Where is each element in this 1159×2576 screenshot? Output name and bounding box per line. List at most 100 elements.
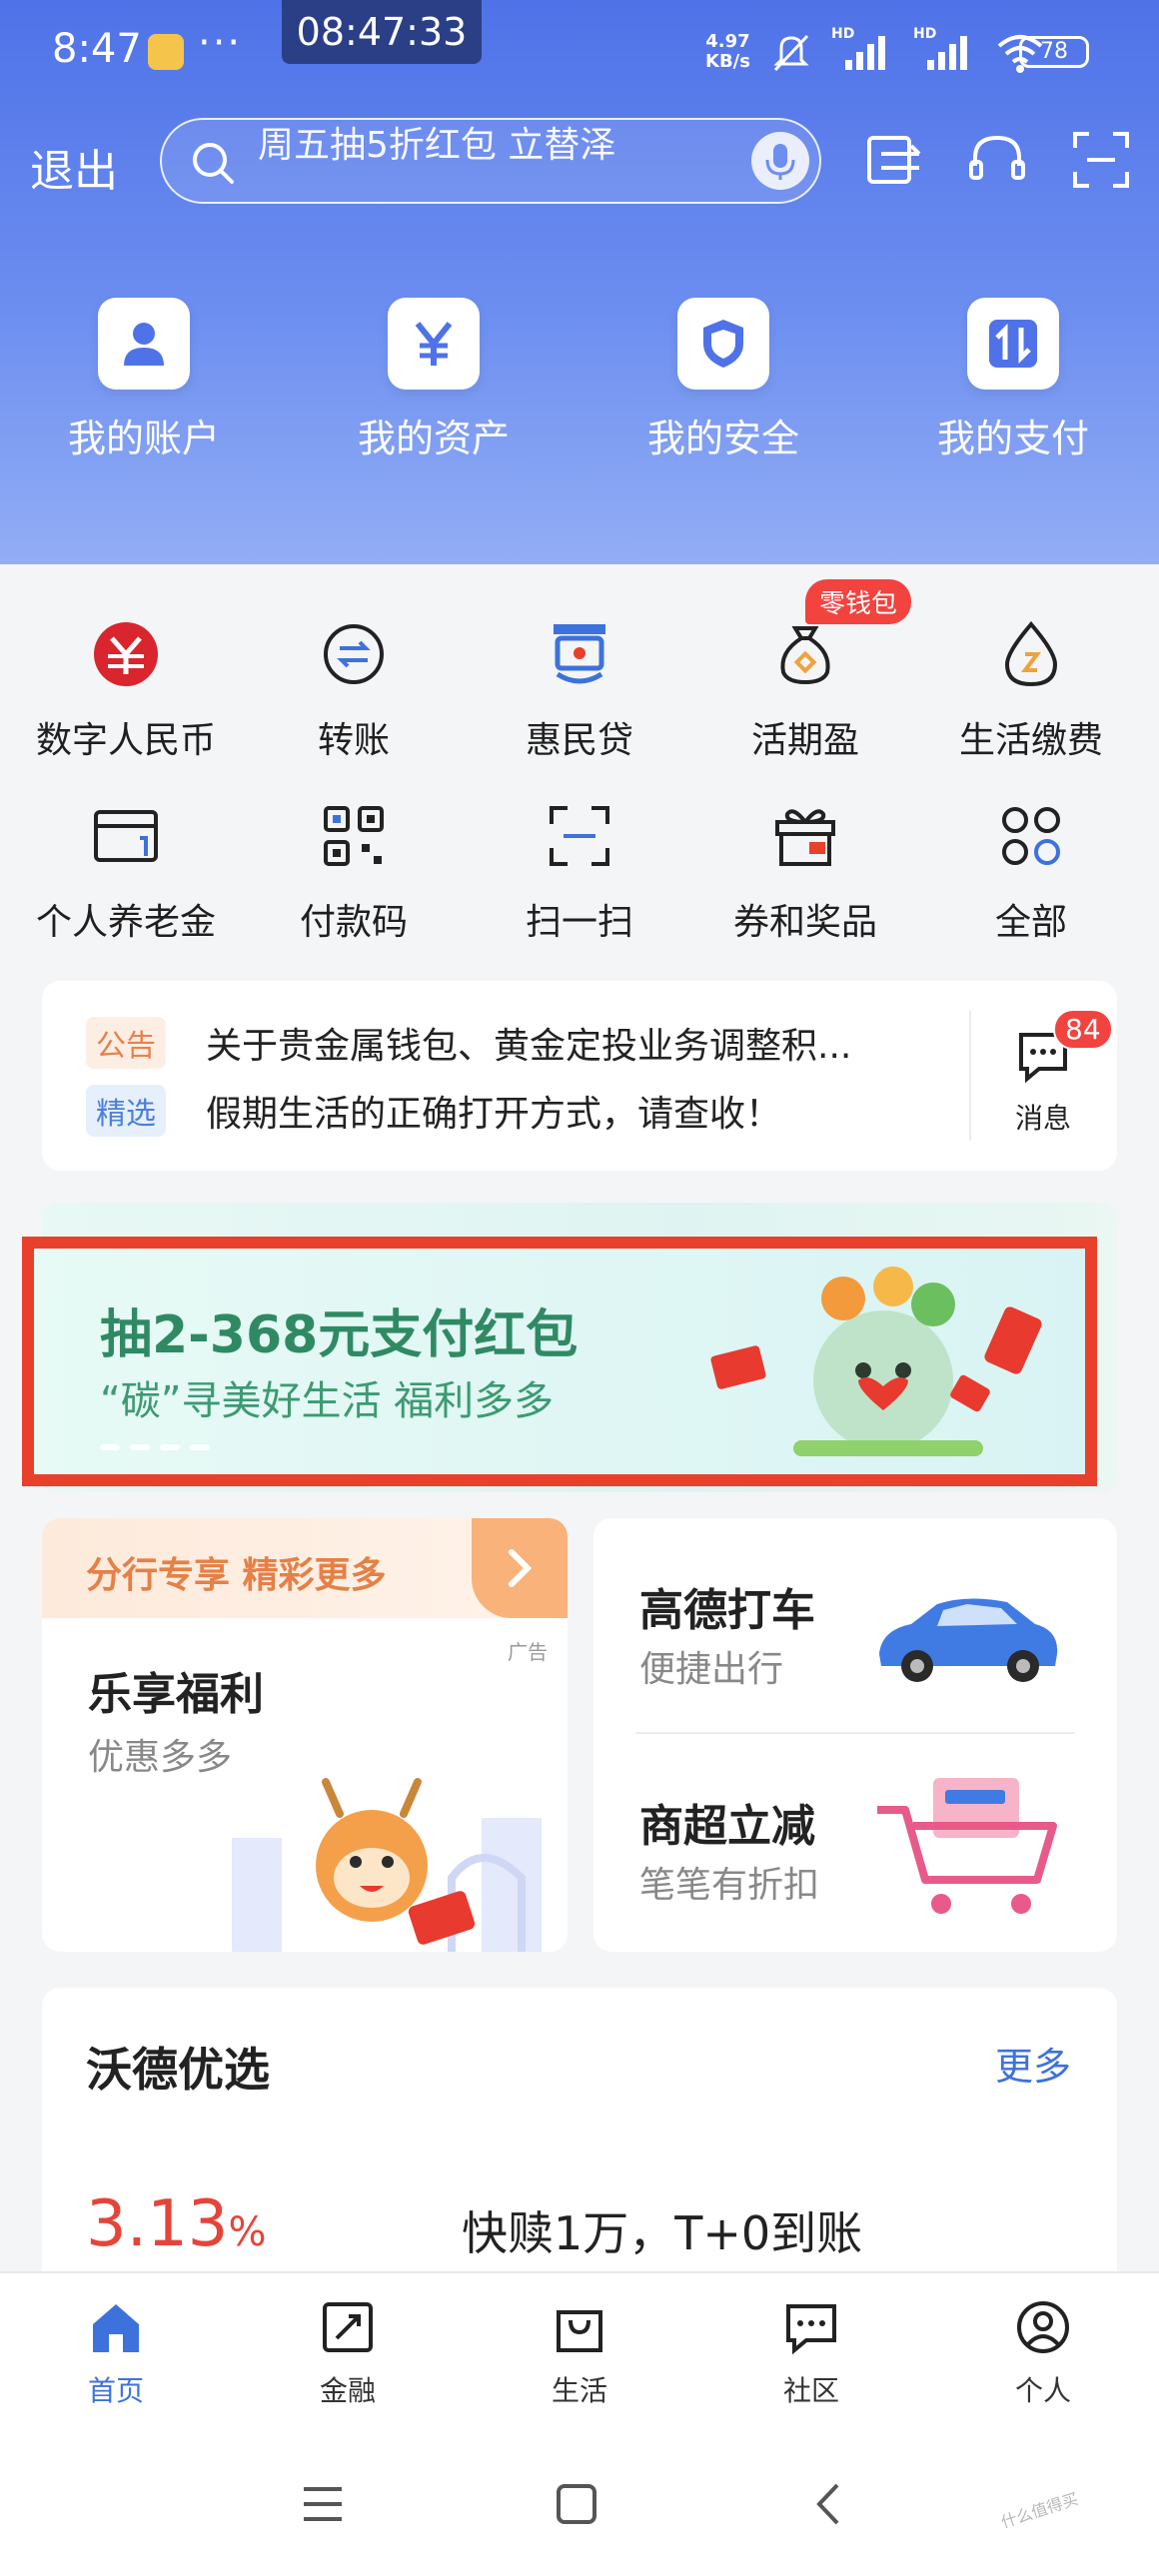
shopping-cart-illustration	[877, 1778, 1057, 1914]
battery-indicator: 78	[1019, 36, 1089, 68]
promo-title: 乐享福利	[88, 1669, 264, 1720]
menu-scan[interactable]: 扫一扫	[470, 791, 689, 945]
finance-icon	[316, 2295, 380, 2359]
quick-tile-security[interactable]: 我的安全	[613, 298, 833, 462]
ride-subtitle: 便捷出行	[639, 1649, 784, 1690]
menu-loan[interactable]: 惠民贷	[470, 609, 689, 763]
shield-icon	[677, 298, 769, 390]
tab-profile[interactable]: 个人	[963, 2295, 1123, 2409]
tab-label: 首页	[87, 2374, 144, 2407]
menu-transfer[interactable]: 转账	[244, 609, 464, 763]
menu-label: 扫一扫	[525, 902, 633, 943]
notice-selected[interactable]: 假期生活的正确打开方式，请查收！	[206, 1085, 945, 1137]
shopping-bag-icon	[548, 2295, 611, 2359]
menu-label: 券和奖品	[732, 902, 877, 943]
quick-tile-payment[interactable]: 我的支付	[903, 298, 1123, 462]
tab-label: 生活	[551, 2374, 607, 2407]
qr-code-icon	[309, 791, 399, 881]
menu-label: 付款码	[299, 902, 408, 943]
selected-tag: 精选	[86, 1085, 166, 1137]
all-apps-icon	[986, 791, 1076, 881]
menu-utilities[interactable]: 生活缴费	[921, 609, 1141, 763]
announcement-tag: 公告	[86, 1017, 166, 1069]
search-input[interactable]: 周五抽5折红包 立替泽	[160, 118, 821, 204]
menu-icon[interactable]	[300, 2481, 346, 2527]
wallet-badge: 零钱包	[805, 579, 912, 624]
menu-label: 转账	[317, 720, 390, 761]
search-placeholder: 周五抽5折红包 立替泽	[258, 126, 616, 166]
branch-promo-header-text: 分行专享 精彩更多	[86, 1555, 387, 1596]
signal-icon-2: HD	[913, 26, 977, 74]
picks-title: 沃德优选	[86, 2043, 270, 2097]
menu-digital-rmb[interactable]: 数字人民币	[16, 609, 236, 763]
branch-promo-card[interactable]: 分行专享 精彩更多 广告 乐享福利 优惠多多	[42, 1518, 568, 1952]
home-icon	[84, 2295, 148, 2359]
tab-home[interactable]: 首页	[36, 2295, 196, 2409]
tab-community[interactable]: 社区	[731, 2295, 891, 2409]
quick-tile-label: 我的资产	[357, 417, 510, 460]
person-icon	[98, 298, 190, 390]
car-illustration	[879, 1598, 1058, 1682]
yen-icon	[388, 298, 480, 390]
ride-hailing-item[interactable]: 高德打车 便捷出行	[593, 1518, 1117, 1732]
transfer-list-icon[interactable]	[861, 128, 925, 192]
tab-label: 社区	[782, 2374, 839, 2407]
chevron-right-icon	[509, 1549, 533, 1587]
deer-mascot-illustration	[232, 1778, 542, 1952]
menu-label: 全部	[994, 902, 1067, 943]
tab-life[interactable]: 生活	[500, 2295, 659, 2409]
scan-icon	[535, 791, 624, 881]
back-icon[interactable]	[807, 2481, 853, 2527]
branch-promo-header: 分行专享 精彩更多	[42, 1518, 568, 1618]
quick-tile-label: 我的支付	[936, 417, 1089, 460]
menu-pension[interactable]: 个人养老金	[16, 791, 236, 945]
supermarket-subtitle: 笔笔有折扣	[639, 1865, 820, 1906]
notice-announcement[interactable]: 关于贵金属钱包、黄金定投业务调整积...	[206, 1017, 945, 1069]
pension-card-icon	[81, 791, 171, 881]
supermarket-discount-item[interactable]: 商超立减 笔笔有折扣	[593, 1734, 1117, 1952]
ride-title: 高德打车	[639, 1585, 815, 1636]
menu-label: 活期盈	[750, 720, 859, 761]
network-speed: 4.97 KB/s	[705, 31, 750, 72]
menu-pay-code[interactable]: 付款码	[244, 791, 464, 945]
picks-description[interactable]: 快赎1万，T+0到账	[462, 2197, 862, 2263]
quick-tile-label: 我的账户	[67, 417, 220, 460]
header-background	[0, 0, 1159, 564]
tab-label: 个人	[1014, 2374, 1071, 2407]
menu-label: 个人养老金	[35, 902, 216, 943]
services-card: 高德打车 便捷出行 商超立减 笔笔有折扣	[593, 1518, 1117, 1952]
message-count-badge: 84	[1053, 1009, 1113, 1050]
loan-icon	[535, 609, 624, 699]
mute-icon	[773, 34, 809, 72]
water-drop-icon	[986, 609, 1076, 699]
status-icons: HD HD	[769, 26, 1045, 76]
voice-search-button[interactable]	[751, 132, 809, 190]
promo-banner[interactable]: 抽2-368元支付红包 “碳”寻美好生活 福利多多	[22, 1237, 1097, 1486]
banner-subtitle: “碳”寻美好生活 福利多多	[100, 1378, 555, 1424]
quick-tile-account[interactable]: 我的账户	[34, 298, 254, 462]
menu-coupons[interactable]: 券和奖品	[695, 791, 915, 945]
bottom-tab-bar: 首页 金融 生活 社区 个人	[0, 2271, 1159, 2441]
earth-mascot-illustration	[710, 1267, 1042, 1456]
message-label[interactable]: 消息	[1015, 1097, 1071, 1137]
home-button-icon[interactable]	[554, 2481, 599, 2527]
menu-all[interactable]: 全部	[921, 791, 1141, 945]
more-notifications-icon: ···	[198, 20, 243, 66]
branch-promo-arrow[interactable]	[472, 1518, 568, 1618]
system-navigation-bar	[0, 2441, 1159, 2576]
microphone-icon	[765, 144, 795, 180]
gift-icon	[760, 791, 850, 881]
chat-icon	[779, 2295, 843, 2359]
scan-frame-icon[interactable]	[1069, 128, 1133, 192]
notice-card: 公告 关于贵金属钱包、黄金定投业务调整积... 精选 假期生活的正确打开方式，请…	[42, 981, 1117, 1171]
menu-savings[interactable]: 活期盈	[695, 609, 915, 763]
headset-icon[interactable]	[965, 128, 1029, 192]
clock-pill: 08:47:33	[282, 0, 482, 64]
divider	[969, 1011, 971, 1141]
banner-pager	[100, 1444, 210, 1450]
exit-button[interactable]: 退出	[30, 135, 118, 199]
tab-finance[interactable]: 金融	[268, 2295, 428, 2409]
quick-tile-assets[interactable]: 我的资产	[324, 298, 544, 462]
picks-more-link[interactable]: 更多	[995, 2036, 1071, 2091]
status-time: 8:47	[52, 26, 142, 72]
